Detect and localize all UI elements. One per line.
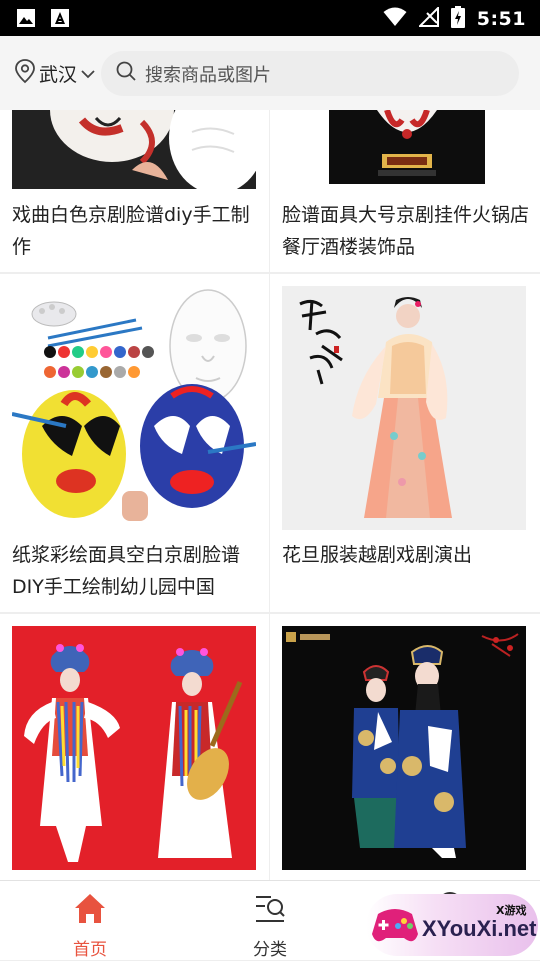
search-header: 武汉 搜索商品或图片 (0, 36, 540, 110)
wifi-icon (383, 7, 407, 31)
product-image (12, 626, 256, 870)
status-bar: 5:51 (0, 0, 540, 36)
search-input[interactable]: 搜索商品或图片 (101, 51, 519, 96)
product-image (282, 626, 526, 870)
product-grid: 戏曲白色京剧脸谱diy手工制作 脸谱面具大号京剧挂件火锅店餐厅酒楼装饰品 纸浆彩… (0, 110, 540, 880)
category-search-icon (253, 891, 287, 929)
location-selector[interactable]: 武汉 (14, 58, 96, 89)
search-placeholder: 搜索商品或图片 (145, 64, 271, 86)
gamepad-logo-icon (370, 904, 420, 952)
gallery-notification-icon (16, 8, 36, 32)
product-image (12, 110, 256, 189)
location-pin-icon (14, 58, 36, 89)
product-title: 花旦服装越剧戏剧演出 (282, 544, 473, 566)
product-card[interactable]: 脸谱面具大号京剧挂件火锅店餐厅酒楼装饰品 (270, 110, 540, 272)
watermark-badge: X游戏 XYouXi.net (366, 894, 538, 956)
product-card[interactable]: 花旦服装越剧戏剧演出 (270, 274, 540, 612)
product-image (282, 110, 526, 189)
product-card[interactable] (0, 614, 269, 880)
product-card[interactable]: 戏曲白色京剧脸谱diy手工制作 (0, 110, 269, 272)
product-card[interactable]: 纸浆彩绘面具空白京剧脸谱DIY手工绘制幼儿园中国 (0, 274, 269, 612)
app-notification-icon (50, 8, 70, 32)
tab-home-label: 首页 (73, 940, 107, 960)
product-image (12, 286, 256, 530)
tab-home[interactable]: 首页 (0, 881, 180, 961)
tab-category-label: 分类 (253, 940, 287, 960)
search-icon (115, 60, 137, 87)
chevron-down-icon (80, 63, 96, 85)
battery-icon (450, 6, 465, 32)
product-card[interactable] (270, 614, 540, 880)
clock: 5:51 (476, 8, 526, 30)
tab-category[interactable]: 分类 (180, 881, 360, 961)
home-icon (73, 891, 107, 929)
product-title: 脸谱面具大号京剧挂件火锅店餐厅酒楼装饰品 (282, 204, 530, 258)
product-title: 戏曲白色京剧脸谱diy手工制作 (12, 204, 250, 258)
product-title: 纸浆彩绘面具空白京剧脸谱DIY手工绘制幼儿园中国 (12, 544, 241, 598)
no-signal-icon (417, 5, 439, 31)
location-label: 武汉 (39, 64, 78, 86)
product-image (282, 286, 526, 530)
watermark-text: XYouXi.net (422, 916, 537, 941)
